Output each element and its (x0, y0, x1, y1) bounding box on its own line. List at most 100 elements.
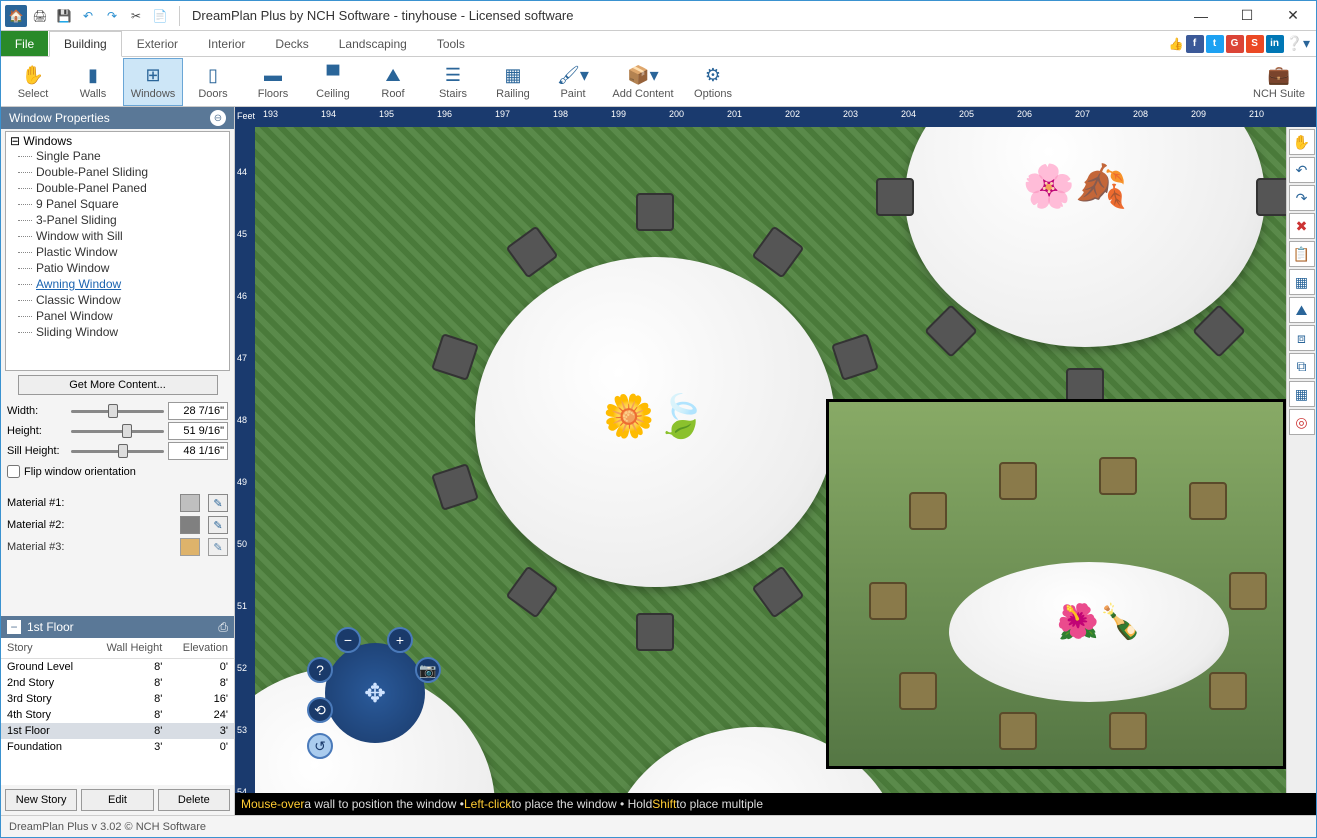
flower-object[interactable]: 🌼🍃 (603, 393, 708, 442)
chair-object[interactable] (831, 333, 879, 381)
pan-tool-icon[interactable]: ✋ (1289, 129, 1315, 155)
nav-wheel[interactable]: ✥ − + ? 📷 ⟲ ↺ (315, 633, 435, 753)
eyedropper-icon[interactable]: ✎ (208, 516, 228, 534)
story-row[interactable]: 3rd Story8'16' (1, 691, 234, 707)
chair-object[interactable] (636, 613, 674, 651)
flip-orientation-row[interactable]: Flip window orientation (1, 461, 234, 482)
thumbs-up-icon[interactable]: 👍 (1169, 37, 1184, 51)
linkedin-icon[interactable]: in (1266, 35, 1284, 53)
flip-checkbox[interactable] (7, 465, 20, 478)
layers-icon[interactable]: ▦ (1289, 269, 1315, 295)
reset-button[interactable]: ↺ (307, 733, 333, 759)
collapse-icon[interactable]: ⊖ (210, 110, 226, 126)
window-type-item[interactable]: Classic Window (6, 292, 229, 308)
print-icon[interactable]: ⎙ (218, 620, 228, 635)
sill-value[interactable] (168, 442, 228, 460)
tab-decks[interactable]: Decks (260, 31, 323, 56)
google-icon[interactable]: G (1226, 35, 1244, 53)
minimize-button[interactable]: — (1178, 1, 1224, 31)
edit-story-button[interactable]: Edit (81, 789, 153, 811)
tab-landscaping[interactable]: Landscaping (324, 31, 422, 56)
ribbon-floors[interactable]: ▬Floors (243, 58, 303, 106)
twitter-icon[interactable]: t (1206, 35, 1224, 53)
get-more-content-button[interactable]: Get More Content... (18, 375, 218, 395)
save-icon[interactable]: 💾 (53, 5, 75, 27)
story-row[interactable]: Foundation3'0' (1, 739, 234, 755)
preview-3d[interactable]: 🌺🍾 (826, 399, 1286, 769)
sill-slider[interactable] (71, 442, 164, 460)
chair-object[interactable] (1192, 304, 1246, 358)
pan-arrows-icon[interactable]: ✥ (364, 678, 386, 709)
tab-interior[interactable]: Interior (193, 31, 260, 56)
zoom-in-button[interactable]: + (387, 627, 413, 653)
tree-root[interactable]: Windows (6, 134, 229, 148)
height-value[interactable] (168, 422, 228, 440)
redo-icon[interactable]: ↷ (1289, 185, 1315, 211)
view3d-icon[interactable]: ⧈ (1289, 325, 1315, 351)
copy-icon[interactable]: 📋 (1289, 241, 1315, 267)
nav-help-button[interactable]: ? (307, 657, 333, 683)
maximize-button[interactable]: ☐ (1224, 1, 1270, 31)
window-type-item[interactable]: Plastic Window (6, 244, 229, 260)
view2d3d-icon[interactable]: ⧉ (1289, 353, 1315, 379)
window-type-item[interactable]: Double-Panel Sliding (6, 164, 229, 180)
eyedropper-icon[interactable]: ✎ (208, 538, 228, 556)
story-row[interactable]: Ground Level8'0' (1, 659, 234, 676)
chair-object[interactable] (431, 463, 479, 511)
ribbon-railing[interactable]: ▦Railing (483, 58, 543, 106)
rotate-button[interactable]: ⟲ (307, 697, 333, 723)
compass-icon[interactable]: ◎ (1289, 409, 1315, 435)
height-slider[interactable] (71, 422, 164, 440)
window-type-item[interactable]: Panel Window (6, 308, 229, 324)
width-value[interactable] (168, 402, 228, 420)
chair-object[interactable] (876, 178, 914, 216)
chair-object[interactable] (505, 226, 558, 279)
chair-object[interactable] (505, 565, 558, 618)
redo-icon[interactable]: ↷ (101, 5, 123, 27)
chair-object[interactable] (752, 565, 805, 618)
print-icon[interactable]: 🖨 (29, 5, 51, 27)
ribbon-select[interactable]: ✋Select (3, 58, 63, 106)
undo-icon[interactable]: ↶ (1289, 157, 1315, 183)
collapse-icon[interactable]: − (7, 620, 21, 634)
chair-object[interactable] (636, 193, 674, 231)
ribbon-windows[interactable]: ⊞Windows (123, 58, 183, 106)
ribbon-nch-suite[interactable]: 💼NCH Suite (1244, 58, 1314, 106)
eyedropper-icon[interactable]: ✎ (208, 494, 228, 512)
tab-exterior[interactable]: Exterior (122, 31, 193, 56)
material-1-swatch[interactable] (180, 494, 200, 512)
camera-button[interactable]: 📷 (415, 657, 441, 683)
window-type-item[interactable]: Awning Window (6, 276, 229, 292)
ribbon-stairs[interactable]: ☰Stairs (423, 58, 483, 106)
ribbon-walls[interactable]: ▮Walls (63, 58, 123, 106)
stumble-icon[interactable]: S (1246, 35, 1264, 53)
story-row[interactable]: 2nd Story8'8' (1, 675, 234, 691)
ribbon-roof[interactable]: ⛰Roof (363, 58, 423, 106)
roof-icon[interactable]: ⛰ (1289, 297, 1315, 323)
story-row[interactable]: 1st Floor8'3' (1, 723, 234, 739)
chair-object[interactable] (1256, 178, 1286, 216)
cut-icon[interactable]: ✂ (125, 5, 147, 27)
ribbon-options[interactable]: ⚙Options (683, 58, 743, 106)
facebook-icon[interactable]: f (1186, 35, 1204, 53)
material-3-swatch[interactable] (180, 538, 200, 556)
home-icon[interactable]: 🏠 (5, 5, 27, 27)
window-type-item[interactable]: Sliding Window (6, 324, 229, 340)
tab-building[interactable]: Building (49, 31, 122, 57)
help-icon[interactable]: ❔▾ (1286, 35, 1310, 52)
grid-icon[interactable]: ▦ (1289, 381, 1315, 407)
window-tree[interactable]: Windows Single PaneDouble-Panel SlidingD… (5, 131, 230, 371)
window-type-item[interactable]: Single Pane (6, 148, 229, 164)
chair-object[interactable] (431, 333, 479, 381)
delete-icon[interactable]: ✖ (1289, 213, 1315, 239)
paste-icon[interactable]: 📄 (149, 5, 171, 27)
window-type-item[interactable]: Patio Window (6, 260, 229, 276)
undo-icon[interactable]: ↶ (77, 5, 99, 27)
window-type-item[interactable]: 3-Panel Sliding (6, 212, 229, 228)
ribbon-doors[interactable]: ▯Doors (183, 58, 243, 106)
material-2-swatch[interactable] (180, 516, 200, 534)
chair-object[interactable] (752, 226, 805, 279)
ribbon-ceiling[interactable]: ▀Ceiling (303, 58, 363, 106)
window-type-item[interactable]: 9 Panel Square (6, 196, 229, 212)
zoom-out-button[interactable]: − (335, 627, 361, 653)
